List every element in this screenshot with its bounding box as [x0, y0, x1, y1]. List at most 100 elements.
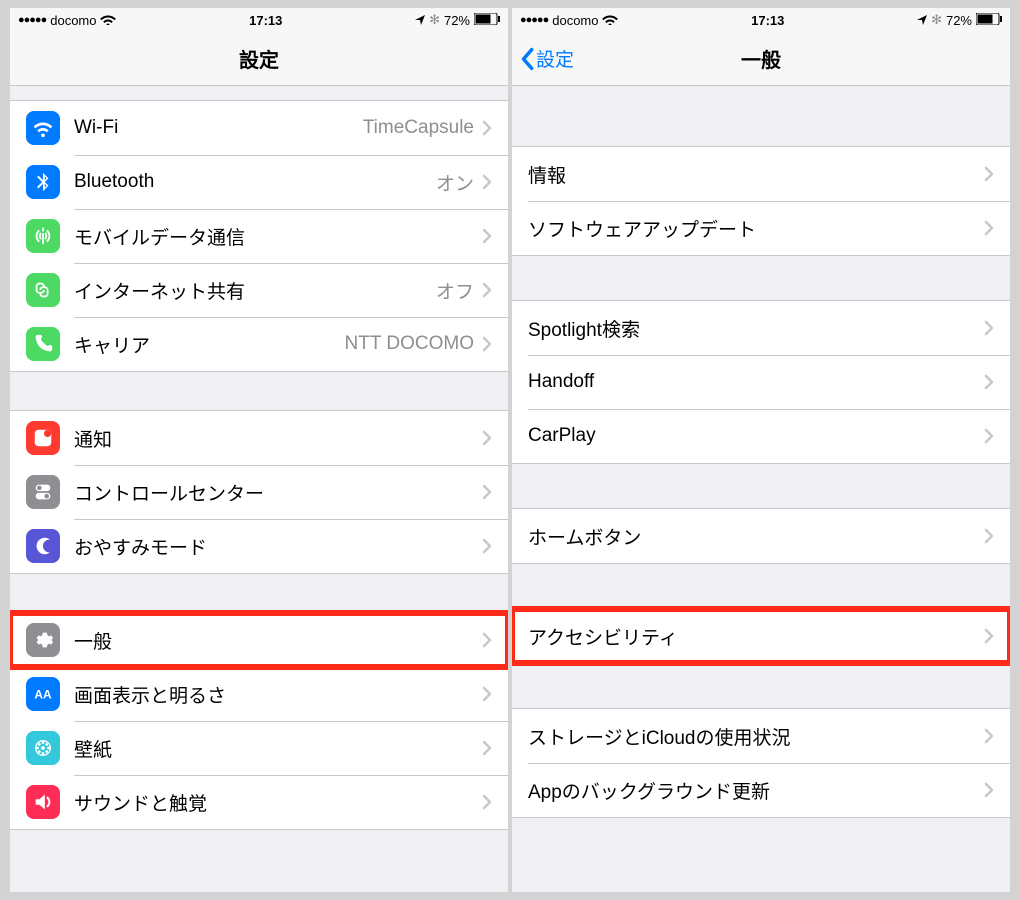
row-label: Spotlight検索 [528, 315, 984, 342]
nav-title: 設定 [239, 44, 279, 73]
row-value: オフ [436, 277, 474, 304]
chevron-right-icon [984, 782, 994, 798]
carrier-label: docomo [552, 13, 598, 28]
chevron-right-icon [482, 430, 492, 446]
row-value: NTT DOCOMO [345, 333, 474, 355]
wifi-icon [26, 111, 60, 145]
settings-row-display[interactable]: AA 画面表示と明るさ [10, 667, 508, 721]
chevron-right-icon [482, 228, 492, 244]
row-label: 通知 [74, 425, 482, 452]
chevron-right-icon [984, 428, 994, 444]
chevron-right-icon [482, 174, 492, 190]
chevron-right-icon [984, 220, 994, 236]
wallpaper-icon [26, 731, 60, 765]
settings-row-moon[interactable]: おやすみモード [10, 519, 508, 573]
row-label: CarPlay [528, 425, 984, 447]
chevron-right-icon [482, 484, 492, 500]
battery-icon [976, 13, 1002, 28]
carrier-label: docomo [50, 13, 96, 28]
general-row[interactable]: ストレージとiCloudの使用状況 [512, 709, 1010, 763]
battery-pct: 72% [444, 13, 470, 28]
display-icon: AA [26, 677, 60, 711]
chevron-right-icon [984, 528, 994, 544]
sound-icon [26, 785, 60, 819]
settings-row-control[interactable]: コントロールセンター [10, 465, 508, 519]
settings-row-gear[interactable]: 一般 [10, 613, 508, 667]
wifi-icon [100, 13, 116, 28]
chevron-right-icon [482, 336, 492, 352]
row-label: Bluetooth [74, 171, 436, 193]
bluetooth-icon: ✻ [429, 12, 440, 28]
time-label: 17:13 [116, 13, 415, 28]
chevron-right-icon [984, 166, 994, 182]
nav-title: 一般 [741, 44, 781, 73]
chevron-right-icon [482, 794, 492, 810]
settings-row-wifi[interactable]: Wi-FiTimeCapsule [10, 101, 508, 155]
row-label: ホームボタン [528, 523, 984, 550]
row-value: TimeCapsule [363, 117, 474, 139]
row-label: 一般 [74, 627, 482, 654]
chevron-right-icon [482, 282, 492, 298]
chevron-right-icon [482, 120, 492, 136]
row-label: 情報 [528, 161, 984, 188]
row-label: 壁紙 [74, 735, 482, 762]
row-label: インターネット共有 [74, 277, 436, 304]
phone-icon [26, 327, 60, 361]
settings-row-sound[interactable]: サウンドと触覚 [10, 775, 508, 829]
row-label: 画面表示と明るさ [74, 681, 482, 708]
control-icon [26, 475, 60, 509]
back-button[interactable]: 設定 [520, 45, 574, 72]
gear-icon [26, 623, 60, 657]
notif-icon [26, 421, 60, 455]
settings-row-wallpaper[interactable]: 壁紙 [10, 721, 508, 775]
settings-row-hotspot[interactable]: インターネット共有オフ [10, 263, 508, 317]
chevron-right-icon [984, 628, 994, 644]
hotspot-icon [26, 273, 60, 307]
settings-screen: ●●●●● docomo 17:13 ✻ 72% 設定 Wi-FiTimeCap… [10, 8, 508, 892]
battery-pct: 72% [946, 13, 972, 28]
settings-row-bluetooth[interactable]: Bluetoothオン [10, 155, 508, 209]
row-label: コントロールセンター [74, 479, 482, 506]
row-label: おやすみモード [74, 533, 482, 560]
svg-text:AA: AA [34, 688, 52, 702]
general-row[interactable]: ホームボタン [512, 509, 1010, 563]
back-label: 設定 [536, 45, 574, 72]
bluetooth-icon: ✻ [931, 12, 942, 28]
row-label: Wi-Fi [74, 117, 363, 139]
chevron-right-icon [984, 728, 994, 744]
general-row[interactable]: Spotlight検索 [512, 301, 1010, 355]
settings-row-phone[interactable]: キャリアNTT DOCOMO [10, 317, 508, 371]
general-row[interactable]: 情報 [512, 147, 1010, 201]
battery-icon [474, 13, 500, 28]
chevron-right-icon [984, 320, 994, 336]
row-label: ストレージとiCloudの使用状況 [528, 723, 984, 750]
chevron-right-icon [482, 632, 492, 648]
chevron-right-icon [482, 740, 492, 756]
general-screen: ●●●●● docomo 17:13 ✻ 72% 設定 一般 情報ソフトウェアア… [512, 8, 1010, 892]
chevron-right-icon [482, 538, 492, 554]
location-icon [917, 13, 927, 28]
chevron-right-icon [482, 686, 492, 702]
signal-dots-icon: ●●●●● [18, 14, 46, 26]
cellular-icon [26, 219, 60, 253]
general-row[interactable]: Appのバックグラウンド更新 [512, 763, 1010, 817]
signal-dots-icon: ●●●●● [520, 14, 548, 26]
nav-bar: 設定 [10, 32, 508, 86]
general-row[interactable]: Handoff [512, 355, 1010, 409]
row-label: アクセシビリティ [528, 623, 984, 650]
nav-bar: 設定 一般 [512, 32, 1010, 86]
location-icon [415, 13, 425, 28]
status-bar: ●●●●● docomo 17:13 ✻ 72% [10, 8, 508, 32]
settings-row-cellular[interactable]: モバイルデータ通信 [10, 209, 508, 263]
row-label: モバイルデータ通信 [74, 223, 482, 250]
general-row[interactable]: CarPlay [512, 409, 1010, 463]
general-row[interactable]: ソフトウェアアップデート [512, 201, 1010, 255]
general-row[interactable]: アクセシビリティ [512, 609, 1010, 663]
row-label: ソフトウェアアップデート [528, 215, 984, 242]
time-label: 17:13 [618, 13, 917, 28]
status-bar: ●●●●● docomo 17:13 ✻ 72% [512, 8, 1010, 32]
row-value: オン [436, 169, 474, 196]
moon-icon [26, 529, 60, 563]
wifi-icon [602, 13, 618, 28]
settings-row-notif[interactable]: 通知 [10, 411, 508, 465]
